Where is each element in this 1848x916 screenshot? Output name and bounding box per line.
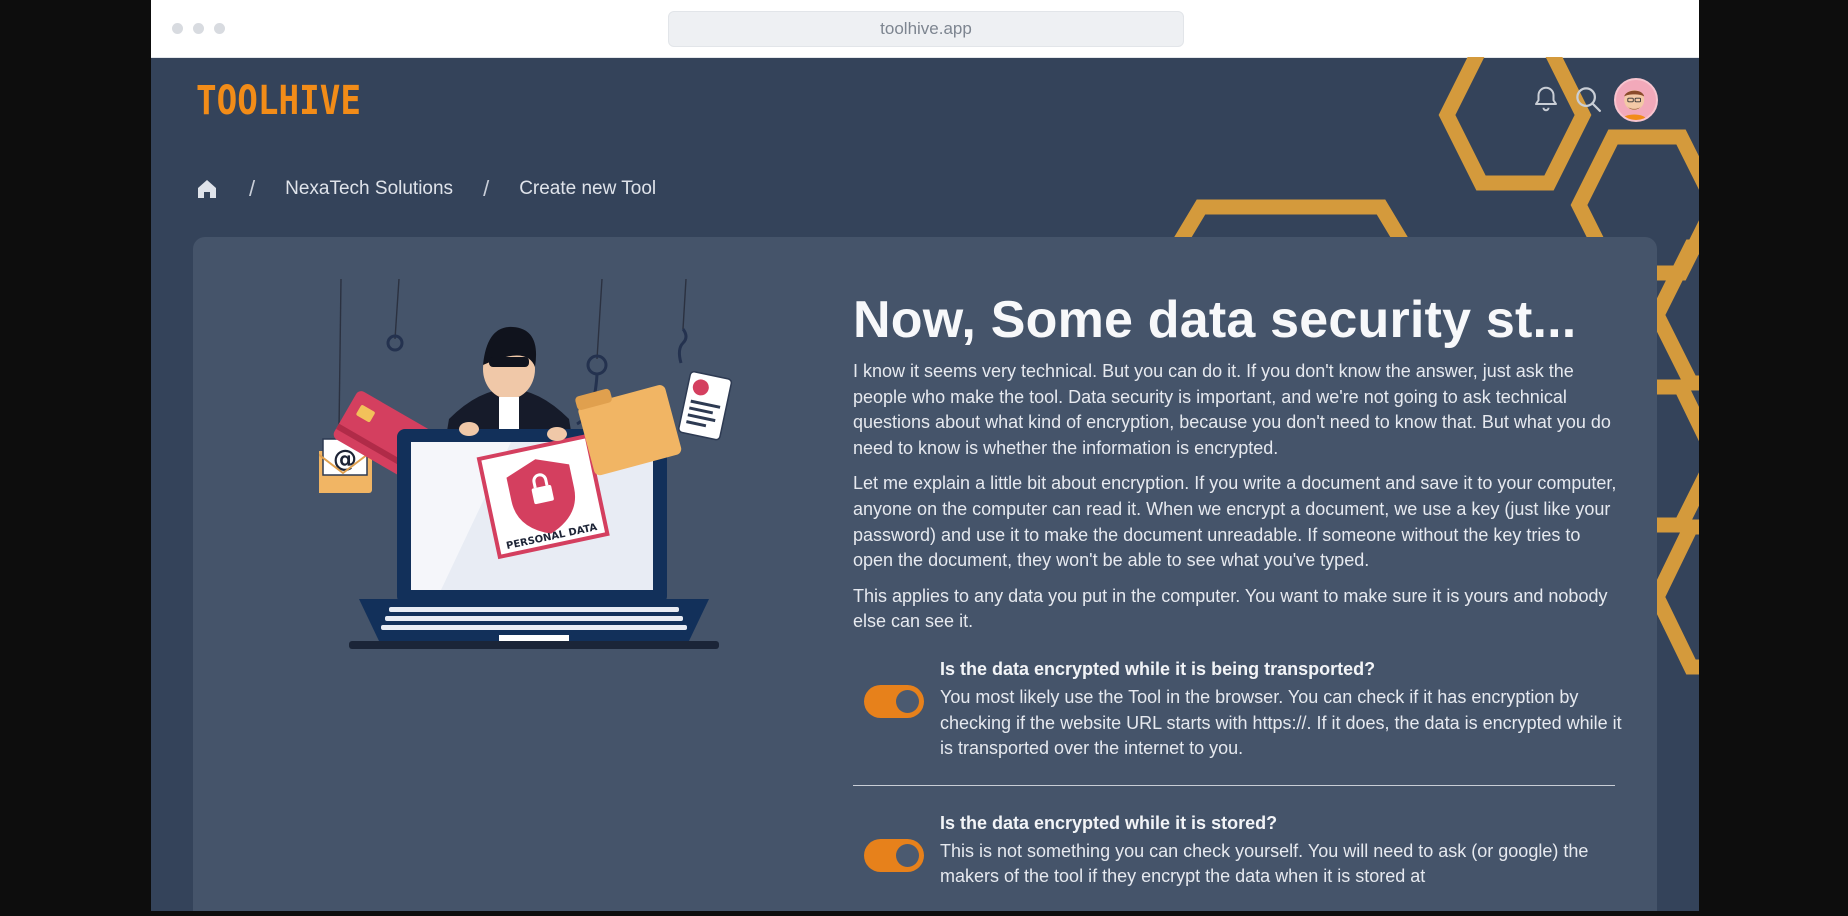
question-description: You most likely use the Tool in the brow… [940, 686, 1622, 759]
avatar-face-icon [1621, 90, 1647, 120]
question-title: Is the data encrypted while it is being … [940, 658, 1376, 679]
window-dot[interactable] [172, 23, 183, 34]
question-transport: Is the data encrypted while it is being … [853, 657, 1623, 762]
browser-toolbar: toolhive.app [151, 0, 1699, 58]
user-avatar[interactable] [1614, 78, 1658, 122]
data-security-illustration: @ PERSONAL DATA [319, 279, 733, 649]
breadcrumb-separator: / [483, 176, 490, 201]
content-card: @ PERSONAL DATA Now, Some data security … [193, 237, 1657, 911]
window-controls [172, 23, 225, 34]
toolhive-logo[interactable]: TOOLHIVE [196, 76, 366, 120]
intro-paragraph: I know it seems very technical. But you … [853, 361, 1611, 458]
window-dot[interactable] [193, 23, 204, 34]
breadcrumb-item-organization[interactable]: NexaTech Solutions [285, 178, 453, 200]
question-description: This is not something you can check your… [940, 840, 1589, 887]
home-icon[interactable] [195, 177, 219, 201]
window-dot[interactable] [214, 23, 225, 34]
logo-text: TOOLHIVE [196, 78, 361, 120]
applies-paragraph: This applies to any data you put in the … [853, 585, 1608, 632]
section-divider [853, 784, 1615, 786]
encryption-paragraph: Let me explain a little bit about encryp… [853, 473, 1617, 571]
question-storage: Is the data encrypted while it is stored… [853, 811, 1623, 890]
address-bar[interactable]: toolhive.app [668, 11, 1184, 47]
storage-encryption-toggle[interactable] [864, 838, 924, 872]
transport-encryption-toggle[interactable] [864, 684, 924, 718]
page-title: Now, Some data security st... [853, 291, 1577, 349]
search-icon[interactable] [1573, 84, 1603, 114]
breadcrumb-item-current: Create new Tool [519, 178, 657, 199]
question-title: Is the data encrypted while it is stored… [940, 812, 1278, 833]
breadcrumb: / NexaTech Solutions / Create new Tool [195, 176, 656, 202]
browser-window: toolhive.app TOOLHIVE / NexaTech Solutio… [151, 0, 1699, 911]
breadcrumb-separator: / [249, 176, 256, 201]
bell-icon[interactable] [1531, 84, 1561, 114]
content-column: Now, Some data security st... I know it … [853, 287, 1623, 890]
toggle-knob [896, 689, 919, 713]
toggle-knob [896, 843, 919, 867]
